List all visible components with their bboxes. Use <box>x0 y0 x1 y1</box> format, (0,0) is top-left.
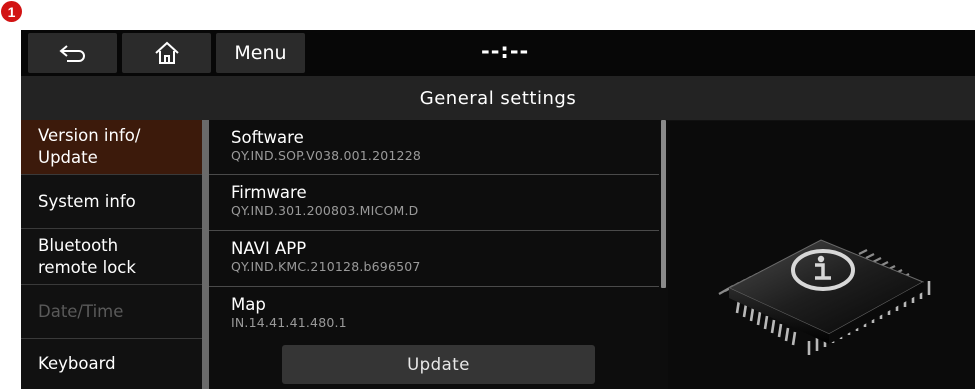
home-icon <box>154 41 179 64</box>
list-item-firmware: Firmware QY.IND.301.200803.MICOM.D <box>209 175 659 231</box>
head-unit-screen: Menu --:-- General settings Version info… <box>21 30 975 389</box>
sidebar-item-label: Update <box>38 148 98 167</box>
sidebar-item-label: System info <box>38 191 136 211</box>
item-name: Software <box>231 128 304 147</box>
settings-sidebar: Version info/ Update System info Bluetoo… <box>21 120 202 389</box>
menu-button[interactable]: Menu <box>216 33 305 73</box>
item-name: Firmware <box>231 183 307 202</box>
list-item-navi-app: NAVI APP QY.IND.KMC.210128.b696507 <box>209 231 659 287</box>
sidebar-item-label: remote lock <box>38 257 136 277</box>
sidebar-item-keyboard[interactable]: Keyboard <box>21 339 202 389</box>
info-chip-icon <box>718 239 931 355</box>
update-button[interactable]: Update <box>282 345 595 384</box>
item-value: IN.14.41.41.480.1 <box>231 315 347 330</box>
list-item-software: Software QY.IND.SOP.V038.001.201228 <box>209 120 659 175</box>
home-button[interactable] <box>122 33 211 73</box>
item-value: QY.IND.SOP.V038.001.201228 <box>231 148 422 163</box>
back-button[interactable] <box>28 33 117 73</box>
sidebar-item-label: Bluetooth <box>38 235 119 255</box>
callout-marker: 1 <box>1 1 22 22</box>
sidebar-item-version-info[interactable]: Version info/ Update <box>21 120 202 175</box>
page-title: General settings <box>21 76 975 121</box>
sidebar-item-label: Date/Time <box>38 301 124 321</box>
sidebar-item-date-time: Date/Time <box>21 285 202 339</box>
sidebar-item-label: Keyboard <box>38 354 116 373</box>
scrollbar-thumb[interactable] <box>661 120 666 288</box>
top-bar: Menu --:-- <box>21 30 975 76</box>
item-value: QY.IND.301.200803.MICOM.D <box>231 203 419 218</box>
item-name: Map <box>231 295 266 314</box>
sidebar-item-bluetooth-remote-lock[interactable]: Bluetooth remote lock <box>21 229 202 285</box>
sidebar-item-label: Version info/ <box>38 126 141 145</box>
sidebar-item-system-info[interactable]: System info <box>21 175 202 229</box>
item-name: NAVI APP <box>231 239 307 258</box>
sidebar-divider <box>202 120 209 389</box>
clock: --:-- <box>481 39 530 63</box>
back-arrow-icon <box>58 45 85 62</box>
list-item-map: Map IN.14.41.41.480.1 <box>209 287 659 347</box>
item-value: QY.IND.KMC.210128.b696507 <box>231 259 421 274</box>
